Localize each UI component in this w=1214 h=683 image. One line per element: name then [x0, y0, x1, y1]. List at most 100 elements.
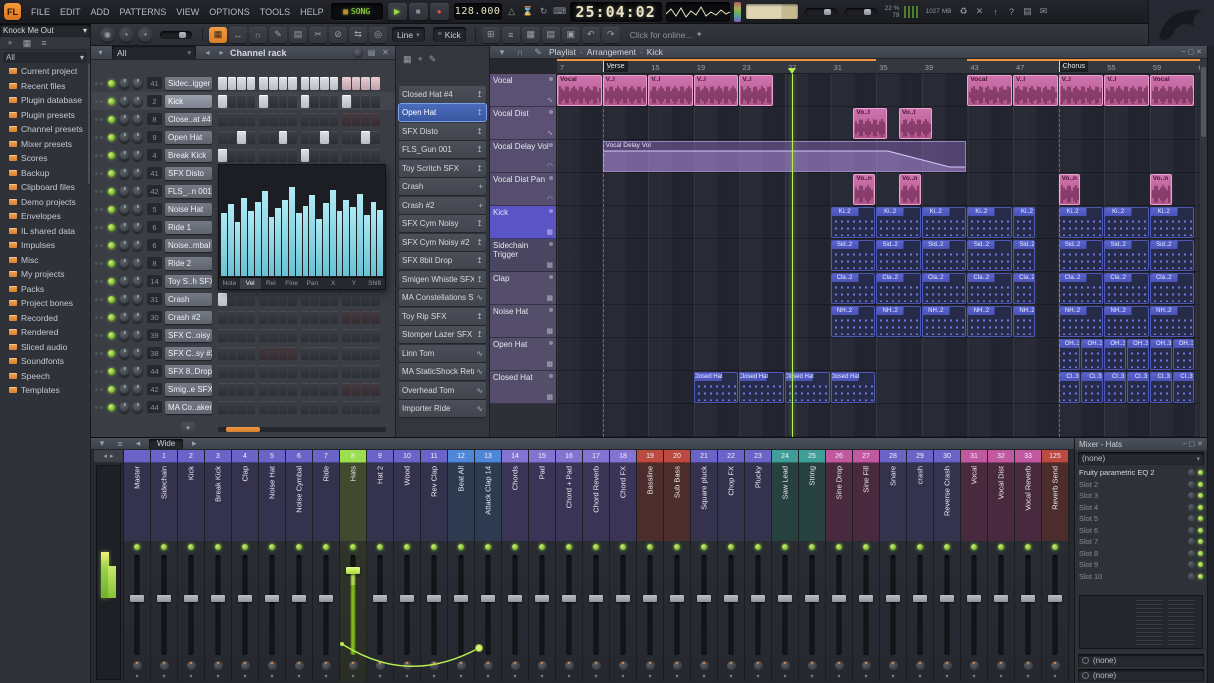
mixer-window-button[interactable]: ▤ — [541, 26, 560, 43]
typing-keyboard-icon[interactable]: ⌨ — [552, 4, 568, 20]
strip-route-arrow[interactable]: ▾ — [432, 672, 435, 682]
strip-mute-led[interactable] — [728, 544, 734, 550]
step-cell[interactable] — [351, 346, 361, 360]
mixer-strip[interactable]: 22 Chop FX ▾ — [718, 450, 745, 682]
graph-bar[interactable] — [288, 186, 295, 276]
channel-pan-knob[interactable] — [119, 239, 130, 251]
effect-slot[interactable]: Slot 10 — [1075, 571, 1207, 583]
step-cell[interactable] — [246, 148, 256, 162]
strip-route-arrow[interactable]: ▾ — [594, 672, 597, 682]
step-cell[interactable] — [278, 148, 288, 162]
step-cell[interactable] — [300, 130, 310, 144]
pattern-clip[interactable]: NH..2 — [1104, 306, 1149, 337]
pattern-clip[interactable]: Cl..3 — [1058, 372, 1081, 403]
step-cell[interactable] — [329, 94, 339, 108]
picker-item[interactable]: SFX 8bit Drop ↥ — [399, 252, 486, 269]
mixer-strip-name[interactable]: Plucky — [745, 463, 771, 541]
strip-mute-led[interactable] — [215, 544, 221, 550]
step-cell[interactable] — [370, 382, 380, 396]
playlist-track-header[interactable]: Clap ▦ — [490, 272, 556, 305]
browser-item[interactable]: Impulses — [0, 238, 88, 253]
picker-item[interactable]: Crash #2 + — [399, 196, 486, 214]
paint-tool-button[interactable]: ▤ — [289, 26, 307, 43]
strip-fader[interactable] — [556, 552, 582, 659]
mixer-strip[interactable]: 5 Noise Hat ▾ — [259, 450, 286, 682]
mixer-strip-number[interactable]: 26 — [826, 450, 852, 463]
swing-icon[interactable]: • — [138, 27, 153, 42]
channel-volume-knob[interactable] — [132, 185, 143, 197]
messages-icon[interactable]: ✉ — [1035, 4, 1051, 20]
strip-pan-knob[interactable] — [915, 661, 925, 670]
pattern-clip[interactable]: Ki..2 — [1149, 207, 1195, 238]
pattern-clip[interactable]: OH..3 — [1172, 339, 1195, 370]
step-cell[interactable] — [329, 382, 339, 396]
graph-tab-y[interactable]: Y — [344, 278, 365, 289]
strip-mute-led[interactable] — [890, 544, 896, 550]
mixer-strip-number[interactable]: 5 — [259, 450, 285, 463]
chevron-down-icon[interactable]: ▾ — [495, 45, 509, 59]
redo-button[interactable]: ↷ — [601, 26, 620, 43]
step-cell[interactable] — [300, 364, 310, 378]
graph-bar[interactable] — [350, 207, 356, 276]
fader-handle[interactable] — [373, 594, 387, 602]
fader-handle[interactable] — [778, 594, 792, 602]
mixer-strip-number[interactable]: 12 — [448, 450, 474, 463]
step-cell[interactable] — [351, 130, 361, 144]
step-cell[interactable] — [288, 310, 297, 324]
fader-handle[interactable] — [670, 594, 684, 602]
pattern-clip[interactable]: NH..2 — [876, 306, 921, 337]
strip-pan-knob[interactable] — [1050, 661, 1060, 670]
step-cell[interactable] — [288, 328, 297, 342]
strip-route-arrow[interactable]: ▾ — [999, 672, 1002, 682]
timeline-ruler[interactable]: 71115192327313539434751555963VerseChorus — [557, 59, 1207, 74]
strip-mute-led[interactable] — [944, 544, 950, 550]
channel-pan-knob[interactable] — [119, 293, 130, 305]
mixer-strip[interactable]: 12 Beat All ▾ — [448, 450, 475, 682]
strip-fader[interactable] — [367, 552, 393, 659]
strip-fader[interactable] — [475, 552, 501, 659]
slot-mix-knob[interactable] — [1188, 561, 1195, 569]
strip-mute-led[interactable] — [350, 544, 356, 550]
mixer-strip[interactable]: 30 Reverse Crash ▾ — [934, 450, 961, 682]
strip-mute-led[interactable] — [566, 544, 572, 550]
mixer-strip[interactable]: 14 Chords ▾ — [502, 450, 529, 682]
mixer-strip[interactable]: 32 Vocal Dist ▾ — [988, 450, 1015, 682]
step-cell[interactable] — [246, 94, 256, 108]
channel-volume-knob[interactable] — [132, 275, 143, 287]
mixer-strip-number[interactable]: 18 — [610, 450, 636, 463]
fader-handle[interactable] — [157, 594, 171, 602]
step-cell[interactable] — [227, 130, 237, 144]
strip-route-arrow[interactable]: ▾ — [513, 672, 516, 682]
playlist-window-button[interactable]: ⊞ — [481, 26, 500, 43]
mixer-strip-name[interactable]: Chord + Pad — [556, 463, 582, 541]
step-cell[interactable] — [329, 310, 339, 324]
strip-pan-knob[interactable] — [267, 661, 277, 670]
strip-mute-led[interactable] — [674, 544, 680, 550]
mixer-strip-name[interactable]: Hats — [340, 463, 366, 541]
strip-pan-knob[interactable] — [564, 661, 574, 670]
strip-fader[interactable] — [151, 552, 177, 659]
step-cell[interactable] — [259, 130, 268, 144]
fader-handle[interactable] — [184, 594, 198, 602]
strip-fader[interactable] — [799, 552, 825, 659]
mixer-strip-number[interactable]: 32 — [988, 450, 1014, 463]
step-cell[interactable] — [237, 328, 246, 342]
channel-mute-led[interactable] — [108, 79, 115, 87]
effect-slot[interactable]: Slot 3 — [1075, 490, 1207, 502]
channel-button[interactable]: SFX 8..Drop — [165, 364, 212, 378]
fader-handle[interactable] — [832, 594, 846, 602]
fader-handle[interactable] — [1048, 594, 1062, 602]
step-cell[interactable] — [268, 364, 278, 378]
pattern-clip[interactable]: Ki..2 — [1104, 207, 1149, 238]
strip-pan-knob[interactable] — [375, 661, 385, 670]
strip-pan-knob[interactable] — [591, 661, 601, 670]
add-channel-button[interactable]: + — [181, 422, 195, 434]
shuffle-slider[interactable] — [160, 30, 192, 39]
graph-bar[interactable] — [248, 210, 254, 276]
mixer-strip-name[interactable]: Attack Clap 14 — [475, 463, 501, 541]
rack-filter-dropdown[interactable]: All ▾ — [112, 45, 196, 60]
step-cell[interactable] — [218, 346, 227, 360]
next-icon[interactable]: ▸ — [216, 48, 227, 57]
channel-volume-knob[interactable] — [132, 221, 143, 233]
step-cell[interactable] — [218, 112, 227, 126]
